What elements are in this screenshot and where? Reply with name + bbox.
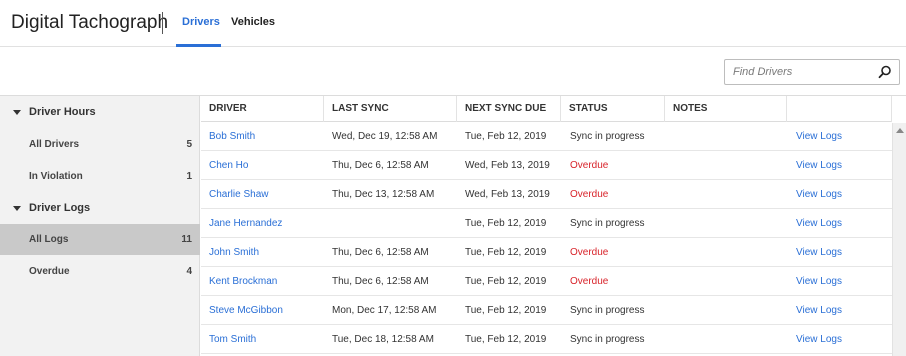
driver-name-link[interactable]: Jane Hernandez [209,218,282,229]
table-scrollbar[interactable] [892,123,906,356]
app-header: Digital Tachograph Drivers Vehicles [0,0,906,47]
column-header-last-sync[interactable]: LAST SYNC [324,96,457,122]
next-sync-cell: Wed, Feb 13, 2019 [465,189,550,200]
sidebar-item-count: 4 [186,266,192,277]
sidebar-group-label: Driver Logs [29,202,91,214]
last-sync-cell: Thu, Dec 6, 12:58 AM [332,160,429,171]
last-sync-cell: Thu, Dec 6, 12:58 AM [332,276,429,287]
view-logs-link[interactable]: View Logs [796,247,842,258]
view-logs-link[interactable]: View Logs [796,189,842,200]
tab-vehicles[interactable]: Vehicles [231,16,275,28]
view-logs-link[interactable]: View Logs [796,218,842,229]
status-cell: Overdue [570,247,609,258]
sidebar-item-overdue[interactable]: Overdue 4 [0,256,200,287]
table-row[interactable]: John Smith Thu, Dec 6, 12:58 AM Tue, Feb 1… [201,238,892,267]
toolbar [0,47,906,96]
view-logs-link[interactable]: View Logs [796,334,842,345]
next-sync-cell: Tue, Feb 12, 2019 [465,276,547,287]
search-input[interactable] [733,64,873,80]
status-cell: Sync in progress [570,305,645,316]
column-header-next-sync-due[interactable]: NEXT SYNC DUE [457,96,561,122]
sidebar-group-label: Driver Hours [29,106,96,118]
driver-name-link[interactable]: Chen Ho [209,160,248,171]
sidebar-item-all-logs[interactable]: All Logs 11 [0,224,200,255]
driver-name-link[interactable]: John Smith [209,247,259,258]
sidebar-group-driver-hours[interactable]: Driver Hours [0,98,200,128]
app-title: Digital Tachograph [11,12,169,33]
next-sync-cell: Wed, Feb 13, 2019 [465,160,550,171]
status-cell: Sync in progress [570,334,645,345]
status-cell: Overdue [570,160,609,171]
table-row[interactable]: Jane Hernandez Tue, Feb 12, 2019 Sync in p… [201,209,892,238]
caret-down-icon [13,110,21,115]
status-cell: Overdue [570,276,609,287]
driver-name-link[interactable]: Bob Smith [209,131,255,142]
column-header-driver[interactable]: DRIVER [201,96,324,122]
last-sync-cell: Tue, Dec 18, 12:58 AM [332,334,434,345]
table-row[interactable]: Steve McGibbon Mon, Dec 17, 12:58 AM Tue, … [201,296,892,325]
driver-name-link[interactable]: Charlie Shaw [209,189,268,200]
sidebar-item-in-violation[interactable]: In Violation 1 [0,161,200,192]
sidebar-item-all-drivers[interactable]: All Drivers 5 [0,129,200,160]
view-logs-link[interactable]: View Logs [796,160,842,171]
caret-down-icon [13,206,21,211]
status-cell: Overdue [570,189,609,200]
tab-drivers[interactable]: Drivers [182,16,220,28]
sidebar-item-label: Overdue [29,266,70,277]
table-row[interactable]: Tom Smith Tue, Dec 18, 12:58 AM Tue, Feb 1… [201,325,892,354]
last-sync-cell: Wed, Dec 19, 12:58 AM [332,131,438,142]
sidebar-item-label: All Logs [29,234,69,245]
sidebar-item-count: 5 [186,139,192,150]
status-cell: Sync in progress [570,218,645,229]
next-sync-cell: Tue, Feb 12, 2019 [465,218,547,229]
next-sync-cell: Tue, Feb 12, 2019 [465,305,547,316]
sidebar-item-label: All Drivers [29,139,80,150]
view-logs-link[interactable]: View Logs [796,131,842,142]
table-row[interactable]: Bob Smith Wed, Dec 19, 12:58 AM Tue, Feb 1… [201,122,892,151]
next-sync-cell: Tue, Feb 12, 2019 [465,131,547,142]
driver-name-link[interactable]: Kent Brockman [209,276,277,287]
last-sync-cell: Thu, Dec 6, 12:58 AM [332,247,429,258]
sidebar: Driver Hours All Drivers 5 In Violation … [0,96,200,356]
column-header-actions [787,96,892,122]
table-row[interactable]: Chen Ho Thu, Dec 6, 12:58 AM Wed, Feb 13, … [201,151,892,180]
column-header-status[interactable]: STATUS [561,96,665,122]
search-box[interactable] [724,59,900,85]
next-sync-cell: Tue, Feb 12, 2019 [465,334,547,345]
search-icon[interactable] [878,65,892,79]
last-sync-cell: Thu, Dec 13, 12:58 AM [332,189,435,200]
driver-name-link[interactable]: Steve McGibbon [209,305,283,316]
sidebar-item-count: 1 [186,171,192,182]
table-header: DRIVER LAST SYNC NEXT SYNC DUE STATUS NO… [201,96,892,122]
sidebar-group-driver-logs[interactable]: Driver Logs [0,194,200,224]
driver-name-link[interactable]: Tom Smith [209,334,256,345]
title-divider [162,12,163,34]
column-header-notes[interactable]: NOTES [665,96,787,122]
sidebar-item-count: 11 [181,234,192,245]
sidebar-item-label: In Violation [29,171,83,182]
status-cell: Sync in progress [570,131,645,142]
view-logs-link[interactable]: View Logs [796,305,842,316]
drivers-table: DRIVER LAST SYNC NEXT SYNC DUE STATUS NO… [201,96,906,356]
table-row[interactable]: Charlie Shaw Thu, Dec 13, 12:58 AM Wed, Fe… [201,180,892,209]
scroll-up-icon[interactable] [896,128,904,133]
next-sync-cell: Tue, Feb 12, 2019 [465,247,547,258]
table-row[interactable]: Kent Brockman Thu, Dec 6, 12:58 AM Tue, Fe… [201,267,892,296]
view-logs-link[interactable]: View Logs [796,276,842,287]
last-sync-cell: Mon, Dec 17, 12:58 AM [332,305,437,316]
